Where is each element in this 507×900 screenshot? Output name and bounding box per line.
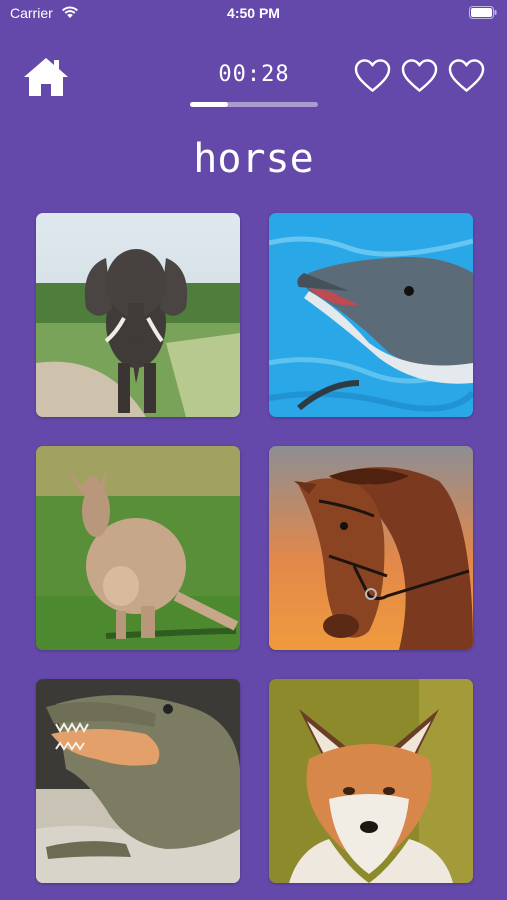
heart-outline-icon — [401, 59, 438, 92]
heart-outline-icon — [354, 59, 391, 92]
heart-outline-icon — [448, 59, 485, 92]
animal-card-crocodile[interactable] — [36, 679, 240, 883]
timer-display: 00:28 — [218, 62, 290, 87]
animal-card-elephant[interactable] — [36, 213, 240, 417]
crocodile-image — [36, 679, 240, 883]
animal-card-dolphin[interactable] — [269, 213, 473, 417]
status-time: 4:50 PM — [227, 5, 280, 21]
kangaroo-image — [36, 446, 240, 650]
lives-indicator — [354, 58, 485, 94]
animal-choices-grid — [36, 213, 473, 883]
animal-card-horse[interactable] — [269, 446, 473, 650]
dolphin-image — [269, 213, 473, 417]
target-word: horse — [193, 136, 314, 182]
animal-card-kangaroo[interactable] — [36, 446, 240, 650]
timer-progress-bar — [190, 102, 318, 107]
animal-card-fox[interactable] — [269, 679, 473, 883]
home-icon — [24, 58, 68, 96]
home-button[interactable] — [22, 55, 70, 99]
status-bar: Carrier 4:50 PM — [0, 0, 507, 28]
battery-icon — [469, 6, 497, 19]
timer-progress-fill — [190, 102, 229, 107]
fox-image — [269, 679, 473, 883]
horse-image — [269, 446, 473, 650]
elephant-image — [36, 213, 240, 417]
